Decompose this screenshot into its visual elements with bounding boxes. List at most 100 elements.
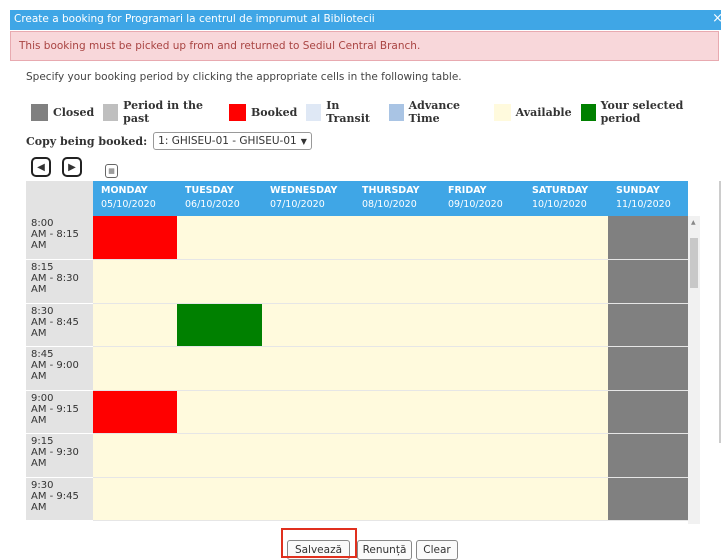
slot-cell-avail[interactable] <box>354 303 440 347</box>
slot-cell-avail[interactable] <box>177 477 262 521</box>
day-date: 05/10/2020 <box>101 199 156 210</box>
slot-cell-avail[interactable] <box>354 477 440 521</box>
legend-label: Booked <box>251 105 298 119</box>
legend-label: Your selected period <box>600 99 684 125</box>
slot-cell-avail[interactable] <box>524 303 608 347</box>
slot-cell-avail[interactable] <box>524 390 608 434</box>
slot-cell-avail[interactable] <box>440 303 524 347</box>
slot-cell-avail[interactable] <box>524 346 608 391</box>
time-slot-row: 9:00 AM - 9:15 AM <box>26 390 688 434</box>
pickup-alert: This booking must be picked up from and … <box>10 31 719 61</box>
slot-cell-avail[interactable] <box>262 346 354 391</box>
save-highlight <box>281 528 357 558</box>
dialog-title: Create a booking for Programari la centr… <box>14 13 375 25</box>
slot-cell-avail[interactable] <box>524 259 608 304</box>
slot-cell-avail[interactable] <box>354 216 440 260</box>
slot-cell-avail[interactable] <box>93 259 177 304</box>
close-icon[interactable]: × <box>712 11 721 26</box>
slot-cell-avail[interactable] <box>354 346 440 391</box>
legend-item: Booked <box>229 103 298 121</box>
slot-cell-avail[interactable] <box>93 477 177 521</box>
slot-cell-avail[interactable] <box>354 390 440 434</box>
day-date: 11/10/2020 <box>616 199 671 210</box>
slot-cell-avail[interactable] <box>177 216 262 260</box>
legend-item: Closed <box>31 103 94 121</box>
legend-item: In Transit <box>306 99 379 125</box>
time-slot-row: 8:00 AM - 8:15 AM <box>26 216 688 260</box>
calendar-icon[interactable]: ▦ <box>105 164 118 178</box>
slot-cell-closed <box>608 303 688 347</box>
booking-grid: MONDAY 05/10/2020 TUESDAY 06/10/2020 WEDNESD… <box>26 181 688 521</box>
time-slot-label: 9:00 AM - 9:15 AM <box>26 390 93 434</box>
day-header: MONDAY 05/10/2020 <box>93 181 177 216</box>
copy-select-value: 1: GHISEU-01 - GHISEU-01 <box>158 135 297 147</box>
slot-cell-avail[interactable] <box>524 216 608 260</box>
day-date: 10/10/2020 <box>532 199 587 210</box>
slot-cell-closed <box>608 259 688 304</box>
clear-button[interactable]: Clear <box>416 540 458 560</box>
day-date: 08/10/2020 <box>362 199 417 210</box>
copy-select[interactable]: 1: GHISEU-01 - GHISEU-01 ▼ <box>153 132 312 150</box>
time-slot-row: 9:15 AM - 9:30 AM <box>26 433 688 478</box>
slot-cell-avail[interactable] <box>354 433 440 478</box>
legend-swatch <box>103 103 119 121</box>
time-slot-label: 9:30 AM - 9:45 AM <box>26 477 93 521</box>
slot-cell-avail[interactable] <box>524 433 608 478</box>
slot-cell-avail[interactable] <box>262 303 354 347</box>
scroll-up-icon: ▲ <box>691 219 696 226</box>
day-name: SATURDAY <box>532 185 589 196</box>
legend-swatch <box>306 103 322 121</box>
slot-cell-avail[interactable] <box>177 390 262 434</box>
slot-cell-avail[interactable] <box>440 477 524 521</box>
slot-cell-avail[interactable] <box>262 259 354 304</box>
slot-cell-avail[interactable] <box>524 477 608 521</box>
day-header: WEDNESDAY 07/10/2020 <box>262 181 354 216</box>
day-name: SUNDAY <box>616 185 660 196</box>
dialog-title-bar: Create a booking for Programari la centr… <box>10 10 721 30</box>
copy-row: Copy being booked: 1: GHISEU-01 - GHISEU… <box>26 132 312 150</box>
legend-item: Your selected period <box>580 99 712 125</box>
copy-label: Copy being booked: <box>26 134 148 148</box>
scroll-thumb[interactable] <box>690 238 698 288</box>
day-header: FRIDAY 09/10/2020 <box>440 181 524 216</box>
slot-cell-avail[interactable] <box>262 216 354 260</box>
slot-cell-avail[interactable] <box>262 390 354 434</box>
grid-corner <box>26 181 93 216</box>
slot-cell-booked[interactable] <box>93 390 177 434</box>
slot-cell-avail[interactable] <box>262 433 354 478</box>
arrow-right-icon: ▶ <box>68 161 76 173</box>
legend-label: Advance Time <box>408 99 461 125</box>
slot-cell-avail[interactable] <box>262 477 354 521</box>
day-name: MONDAY <box>101 185 148 196</box>
day-name: THURSDAY <box>362 185 420 196</box>
slot-cell-avail[interactable] <box>440 346 524 391</box>
slot-cell-avail[interactable] <box>440 390 524 434</box>
day-date: 06/10/2020 <box>185 199 240 210</box>
next-week-button[interactable]: ▶ <box>62 157 82 177</box>
slot-cell-avail[interactable] <box>93 433 177 478</box>
slot-cell-avail[interactable] <box>93 346 177 391</box>
legend-item: Advance Time <box>388 99 485 125</box>
slot-cell-avail[interactable] <box>440 433 524 478</box>
day-header: SATURDAY 10/10/2020 <box>524 181 608 216</box>
slot-cell-avail[interactable] <box>440 216 524 260</box>
slot-cell-avail[interactable] <box>354 259 440 304</box>
slot-cell-avail[interactable] <box>93 303 177 347</box>
slot-cell-avail[interactable] <box>440 259 524 304</box>
slot-cell-avail[interactable] <box>177 259 262 304</box>
slot-cell-booked[interactable] <box>93 216 177 260</box>
slot-cell-avail[interactable] <box>177 346 262 391</box>
time-slot-label: 9:15 AM - 9:30 AM <box>26 433 93 478</box>
legend-swatch <box>31 103 48 121</box>
cancel-button[interactable]: Renunță <box>357 540 412 560</box>
day-name: FRIDAY <box>448 185 487 196</box>
legend-swatch <box>229 103 246 121</box>
slot-cell-sel[interactable] <box>177 303 262 347</box>
arrow-left-icon: ◀ <box>37 161 45 173</box>
slot-cell-avail[interactable] <box>177 433 262 478</box>
time-slot-row: 8:30 AM - 8:45 AM <box>26 303 688 347</box>
slot-cell-closed <box>608 477 688 521</box>
prev-week-button[interactable]: ◀ <box>31 157 51 177</box>
grid-scrollbar[interactable]: ▲ <box>688 216 700 524</box>
day-header: THURSDAY 08/10/2020 <box>354 181 440 216</box>
